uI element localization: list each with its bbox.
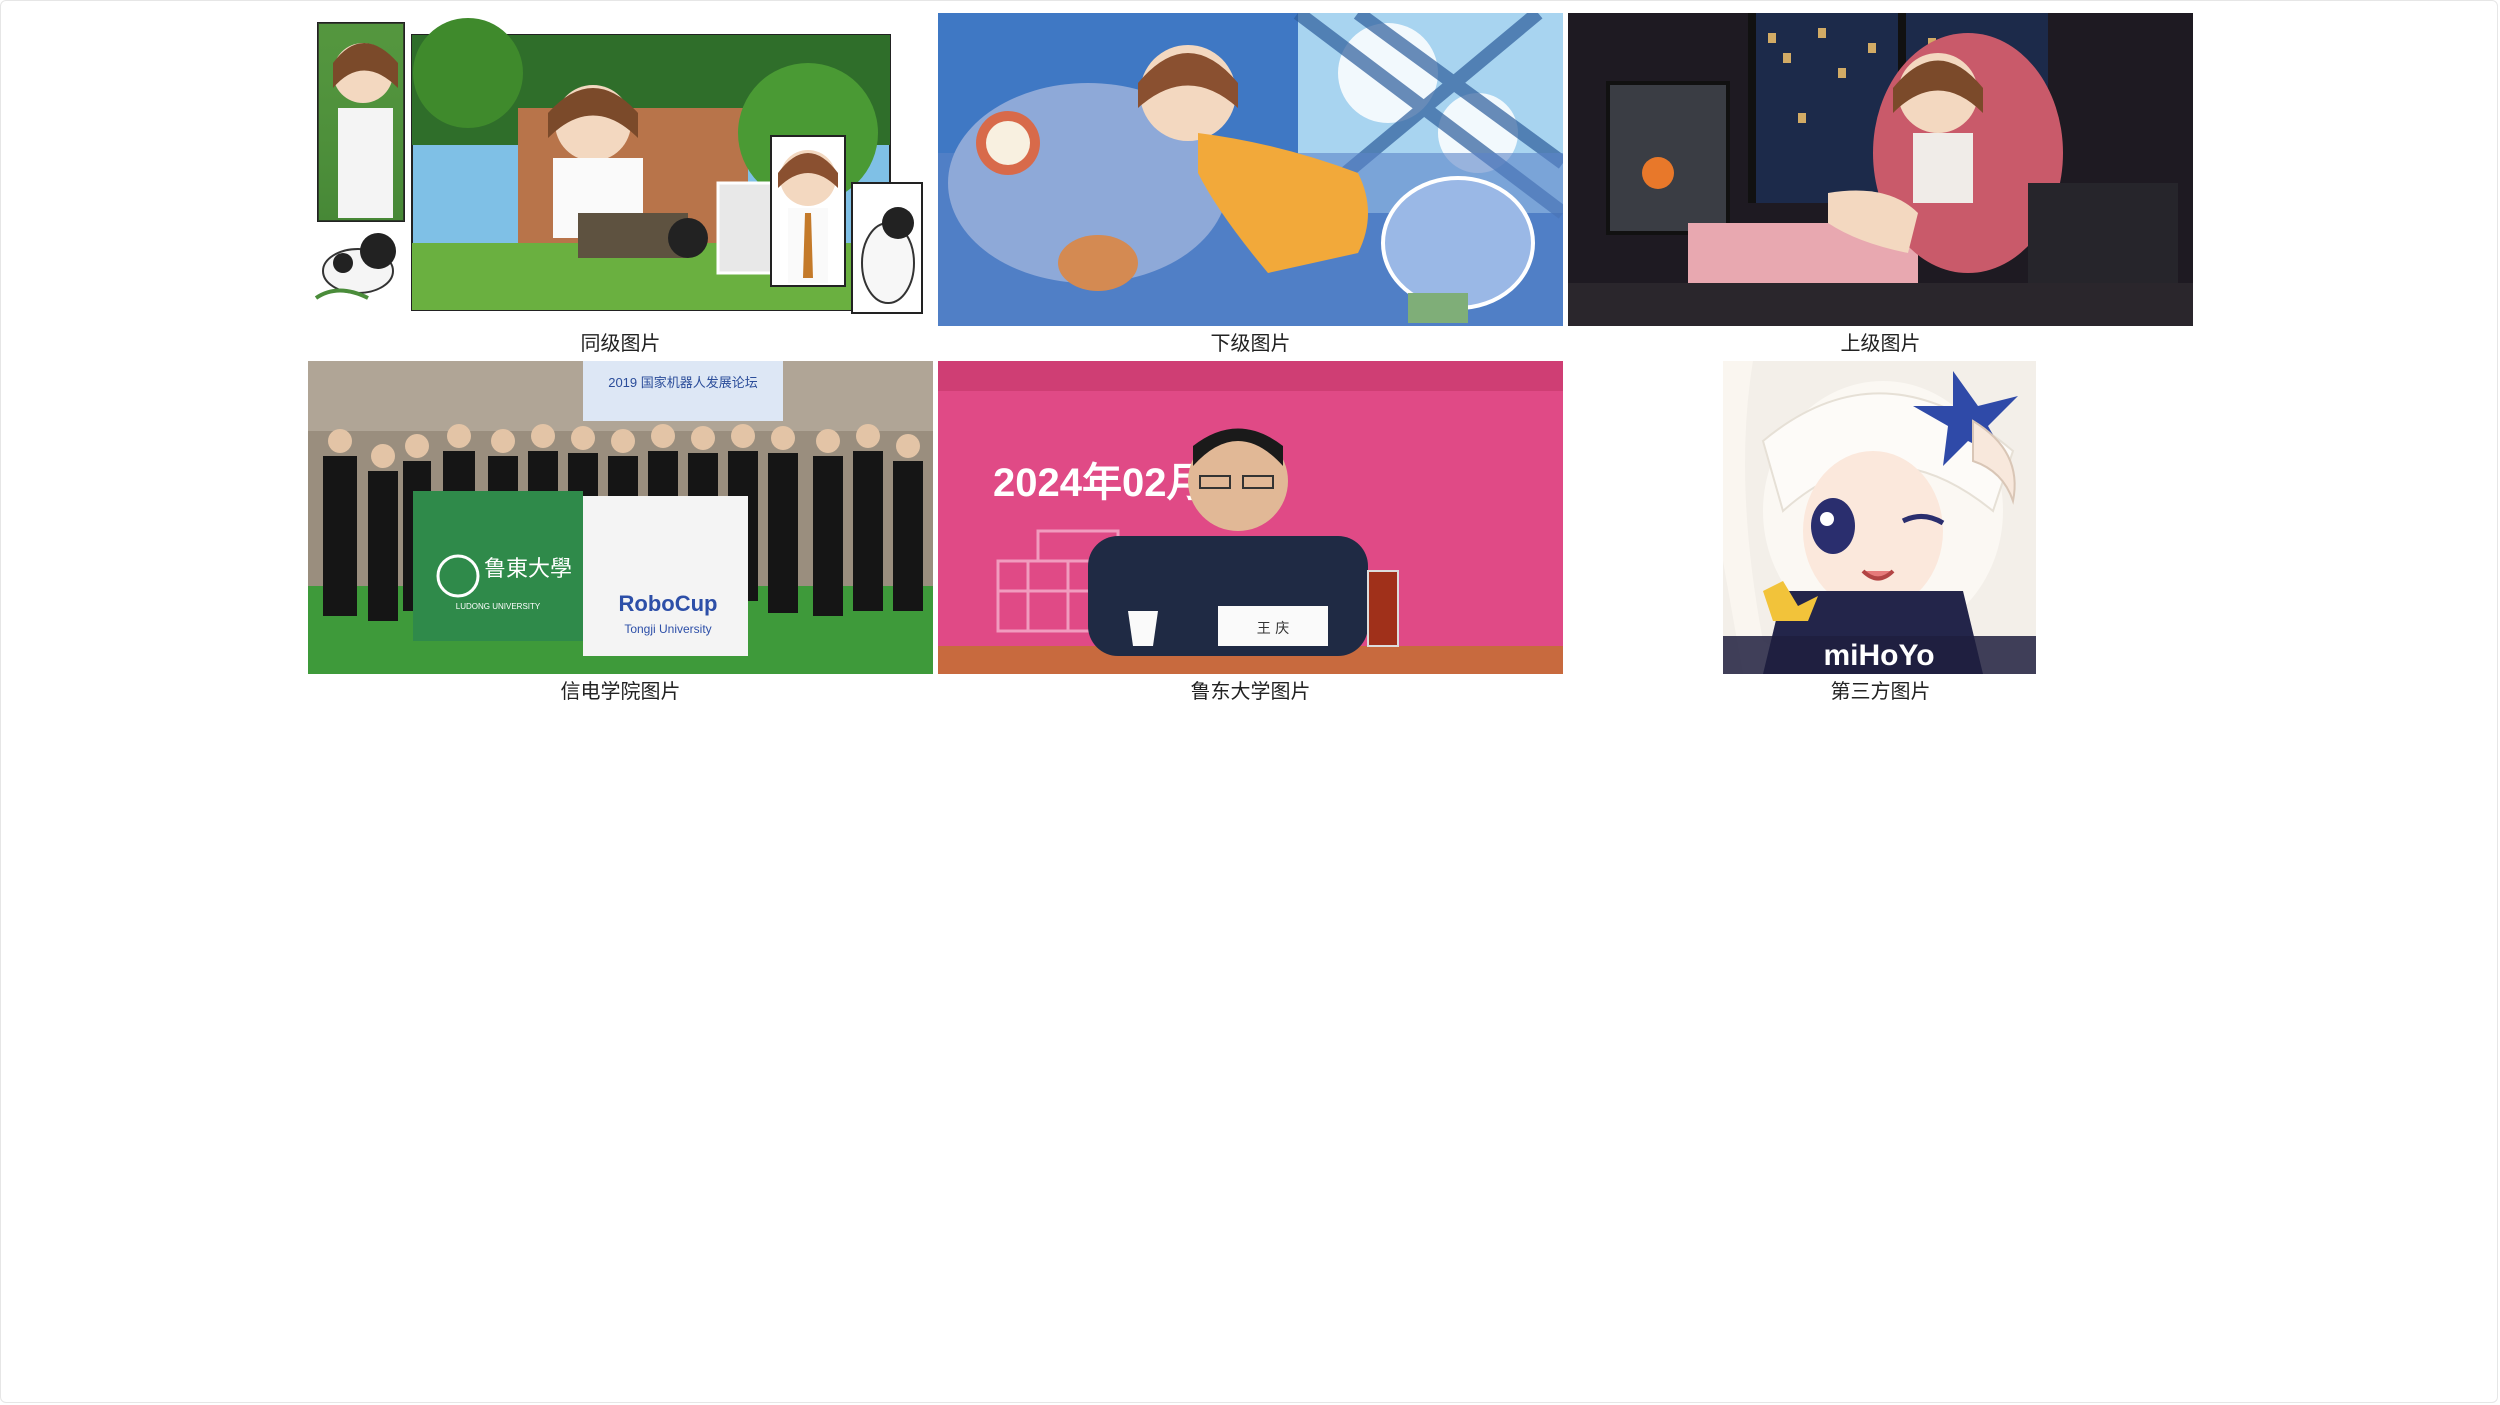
flag-left-text: 鲁東大學	[484, 557, 572, 582]
caption-child: 下级图片	[1210, 331, 1291, 355]
flag-left-subtext: LUDONG UNIVERSITY	[456, 602, 541, 611]
nameplate: 王 庆	[1257, 621, 1289, 637]
anime-girl-night-room-image[interactable]	[1568, 13, 2193, 326]
anime-girl-sleeping-image[interactable]	[938, 13, 1563, 326]
caption-college: 信电学院图片	[560, 679, 681, 703]
flag-right-subtext: Tongji University	[624, 622, 711, 636]
caption-university: 鲁东大学图片	[1190, 679, 1311, 703]
conference-speaker-image[interactable]: 2024年02月 日 王 庆	[938, 361, 1563, 674]
mihoyo-paimon-image[interactable]: miHoYo	[1723, 361, 2036, 674]
group-photo-robocup-image[interactable]: 2019 国家机器人发展论坛 鲁東大學 LUDONG UNIVERSITY Ro…	[308, 361, 933, 674]
caption-parent: 上级图片	[1840, 331, 1921, 355]
caption-third-party: 第三方图片	[1830, 679, 1931, 703]
anime-comic-panels-image[interactable]	[308, 13, 933, 326]
mihoyo-logo-text: miHoYo	[1823, 639, 1934, 672]
caption-sibling: 同级图片	[580, 331, 661, 355]
flag-right-text: RoboCup	[619, 591, 718, 616]
banner-text: 2019 国家机器人发展论坛	[608, 375, 758, 390]
